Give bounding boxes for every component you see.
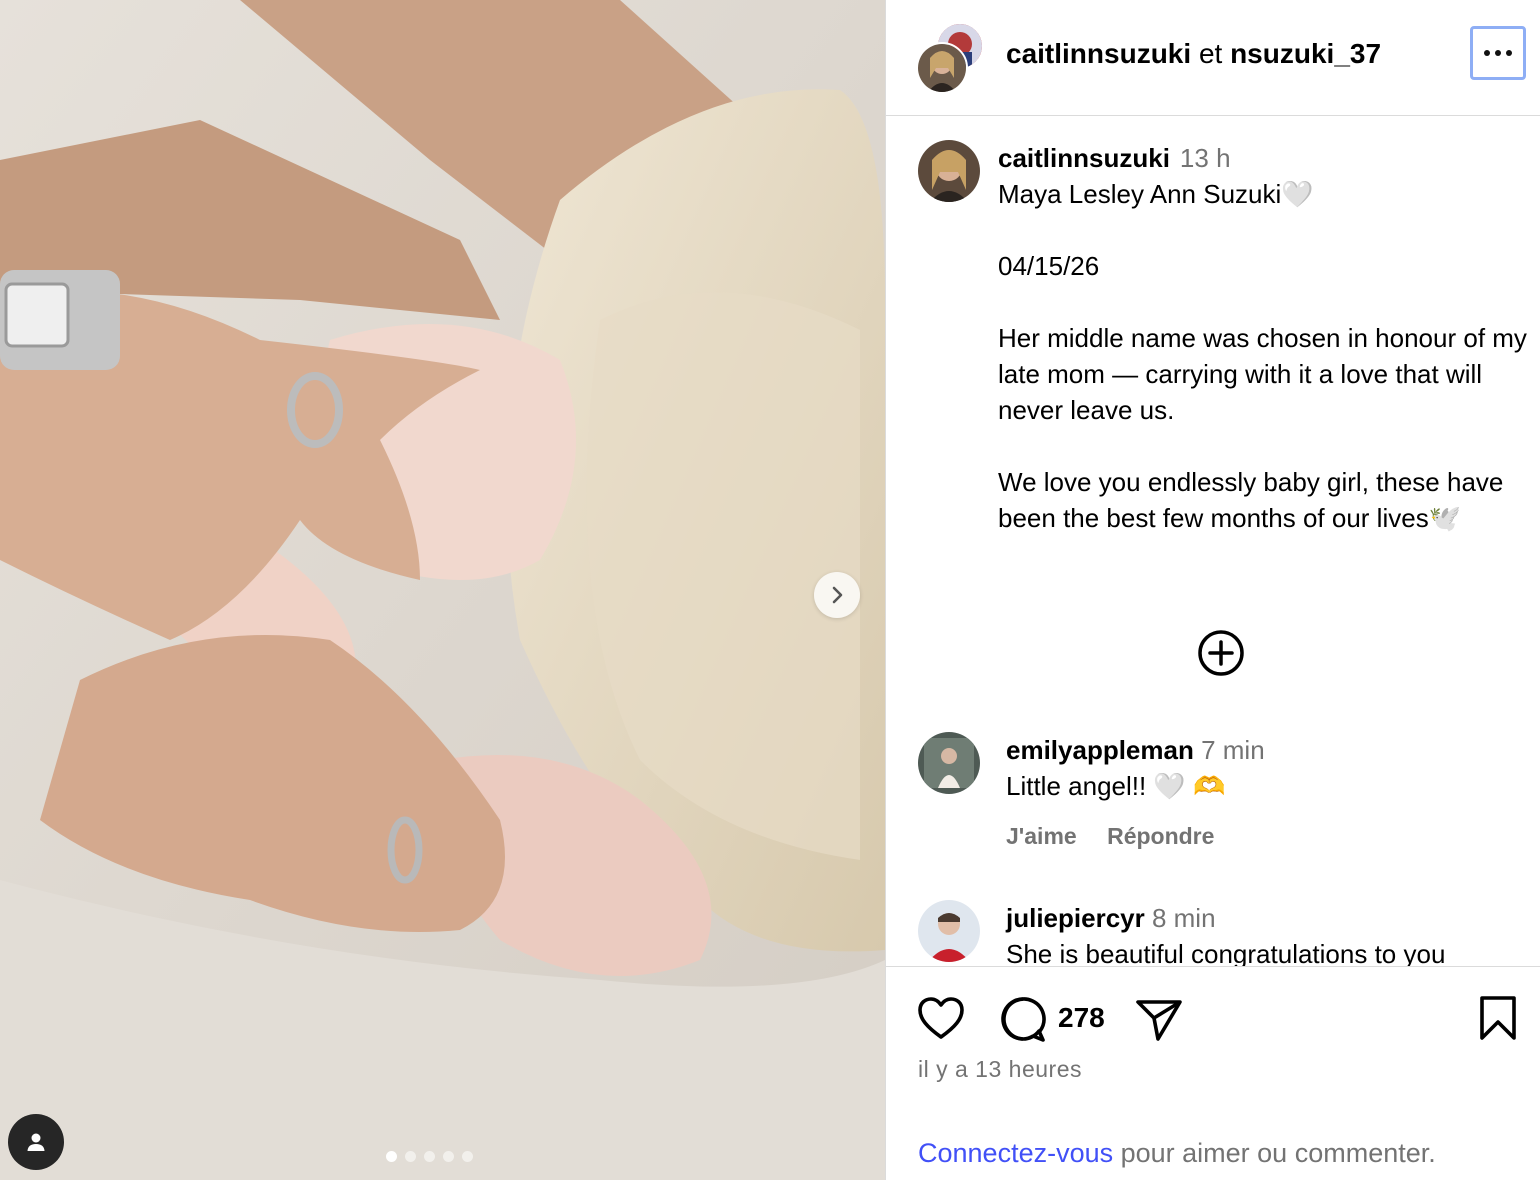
caption-line: Maya Lesley Ann Suzuki🤍 (998, 179, 1314, 209)
comment-text: She is beautiful congratulations to you (1006, 939, 1446, 966)
tagged-users-button[interactable] (8, 1114, 64, 1170)
caption-line: We love you endlessly baby girl, these h… (998, 467, 1504, 533)
avatar[interactable] (918, 140, 980, 202)
post-side-panel: caitlinnsuzuki et nsuzuki_37 caitlinnsuz… (886, 0, 1540, 1180)
carousel-dot (443, 1151, 454, 1162)
more-icon (1484, 50, 1490, 56)
actions-divider (886, 966, 1540, 967)
login-link[interactable]: Connectez-vous (918, 1138, 1113, 1168)
post-photo (0, 0, 885, 1180)
comment-text: Little angel!! 🤍 🫶 (1006, 771, 1226, 801)
heart-icon[interactable] (916, 994, 966, 1044)
comments-scroll-area[interactable]: caitlinnsuzuki 13 h Maya Lesley Ann Suzuk… (886, 116, 1540, 966)
share-icon[interactable] (1134, 994, 1184, 1044)
chevron-right-icon (832, 586, 843, 604)
comment-reply-button[interactable]: Répondre (1107, 823, 1214, 849)
comment-like-button[interactable]: J'aime (1006, 823, 1077, 849)
login-prompt-text: pour aimer ou commenter. (1113, 1138, 1436, 1168)
collab-user-2[interactable]: nsuzuki_37 (1230, 38, 1381, 69)
comment-count: 278 (1058, 1002, 1105, 1033)
caption-time[interactable]: 13 h (1180, 143, 1231, 173)
plus-circle-icon[interactable] (1197, 629, 1245, 677)
carousel-dot (405, 1151, 416, 1162)
caption-username[interactable]: caitlinnsuzuki (998, 143, 1170, 173)
collab-avatars[interactable] (916, 22, 986, 94)
comment-time: 7 min (1201, 735, 1265, 765)
collab-title: caitlinnsuzuki et nsuzuki_37 (1006, 38, 1381, 70)
next-slide-button[interactable] (814, 572, 860, 618)
caption-line: Her middle name was chosen in honour of … (998, 323, 1527, 425)
avatar[interactable] (918, 732, 980, 794)
comment-body: emilyappleman 7 min Little angel!! 🤍 🫶 J… (1006, 732, 1526, 854)
post-media[interactable] (0, 0, 885, 1180)
user-tag-icon (27, 1133, 45, 1151)
more-icon (1495, 50, 1501, 56)
comment-time: 8 min (1151, 903, 1216, 933)
carousel-dot (386, 1151, 397, 1162)
collab-joiner: et (1198, 38, 1223, 69)
caption-line: 04/15/26 (998, 251, 1100, 281)
carousel-dot (424, 1151, 435, 1162)
post-timestamp[interactable]: il y a 13 heures (918, 1056, 1082, 1083)
carousel-dot (462, 1151, 473, 1162)
comment-body: juliepiercyr 8 min She is beautiful cong… (1006, 900, 1526, 966)
avatar[interactable] (916, 42, 968, 94)
bookmark-icon[interactable] (1478, 994, 1518, 1044)
login-prompt: Connectez-vous pour aimer ou commenter. (918, 1138, 1436, 1169)
post-actions: 278 (886, 994, 1540, 1050)
more-icon (1506, 50, 1512, 56)
post-caption: caitlinnsuzuki 13 h Maya Lesley Ann Suzuk… (998, 140, 1528, 536)
comment-icon[interactable] (998, 994, 1048, 1044)
comment-username[interactable]: emilyappleman (1006, 735, 1194, 765)
comment-username[interactable]: juliepiercyr (1006, 903, 1145, 933)
collab-user-1[interactable]: caitlinnsuzuki (1006, 38, 1191, 69)
avatar[interactable] (918, 900, 980, 962)
carousel-indicators (386, 1151, 473, 1162)
post-header: caitlinnsuzuki et nsuzuki_37 (886, 0, 1540, 116)
more-options-button[interactable] (1470, 26, 1526, 80)
